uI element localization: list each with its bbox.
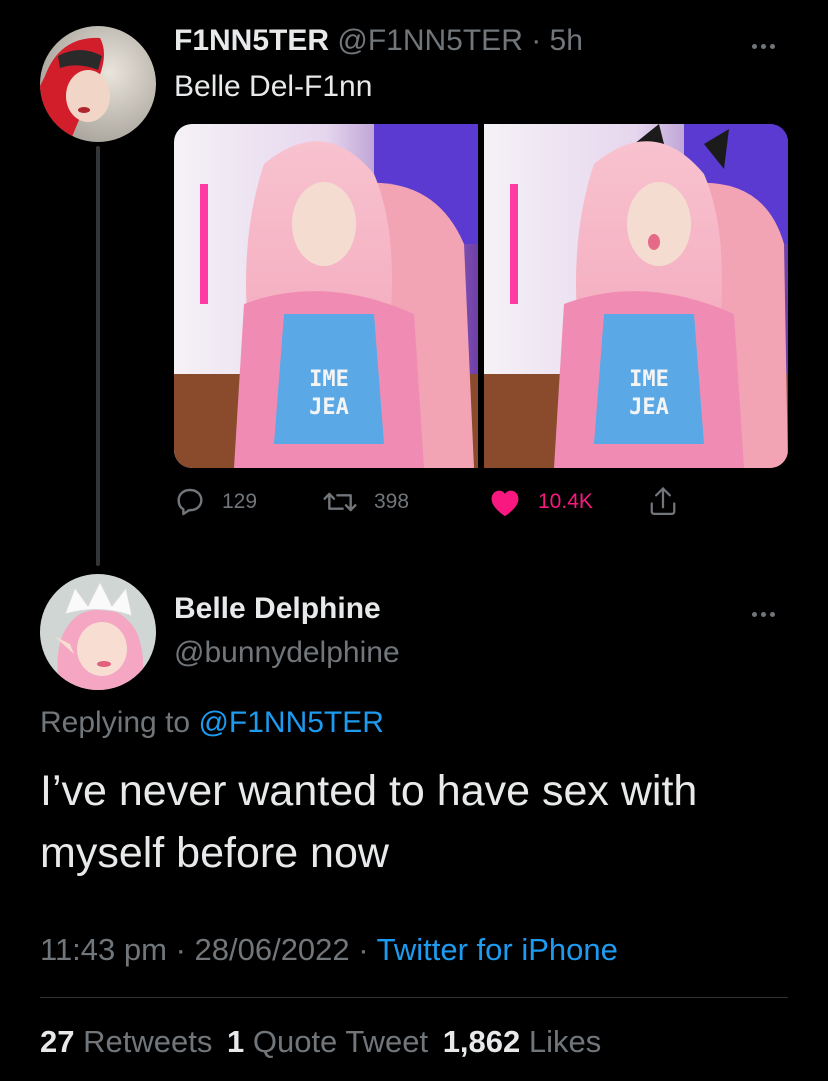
tweet-timestamp: 11:43 pm · 28/06/2022 · Twitter for iPho… xyxy=(40,932,618,968)
replying-to-handle[interactable]: @F1NN5TER xyxy=(198,706,383,739)
tweet-photo-grid[interactable]: IME JEA IME JEA xyxy=(174,124,788,468)
svg-text:IME: IME xyxy=(629,367,669,392)
retweet-icon xyxy=(323,492,357,512)
replying-to-label: Replying to xyxy=(40,706,199,739)
likes-stat[interactable]: 1,862 Likes xyxy=(443,1024,602,1059)
svg-text:IME: IME xyxy=(309,367,349,392)
share-action[interactable] xyxy=(648,484,694,518)
reply-icon xyxy=(177,488,203,516)
retweets-count: 27 xyxy=(40,1024,75,1059)
tweet-stats: 27 Retweets 1 Quote Tweet 1,862 Likes xyxy=(40,1024,601,1060)
svg-text:JEA: JEA xyxy=(309,395,349,420)
main-tweet-text-line: myself before now xyxy=(40,829,389,877)
likes-count: 1,862 xyxy=(442,1024,521,1059)
share-icon xyxy=(650,487,676,515)
like-action[interactable]: 10.4K xyxy=(488,486,593,518)
quotes-label: Quote Tweet xyxy=(252,1024,429,1059)
author-name[interactable]: F1NN5TER xyxy=(174,24,329,57)
more-options-icon[interactable] xyxy=(752,36,786,49)
likes-label: Likes xyxy=(528,1024,602,1059)
main-tweet-text-line: I’ve never wanted to have sex with xyxy=(40,767,698,815)
retweet-action[interactable]: 398 xyxy=(322,486,409,518)
reply-action[interactable]: 129 xyxy=(174,486,257,518)
more-options-icon[interactable] xyxy=(752,604,786,617)
quotes-stat[interactable]: 1 Quote Tweet xyxy=(227,1024,437,1059)
heart-filled-icon xyxy=(491,490,519,517)
like-count: 10.4K xyxy=(538,490,593,513)
retweets-label: Retweets xyxy=(83,1024,213,1059)
retweets-stat[interactable]: 27 Retweets xyxy=(40,1024,221,1059)
bunnydelphine-avatar[interactable] xyxy=(40,574,156,690)
main-author-name[interactable]: Belle Delphine xyxy=(174,592,381,626)
thread-connector-line xyxy=(96,146,100,566)
retweet-count: 398 xyxy=(374,490,410,513)
f1nn5ter-avatar[interactable] xyxy=(40,26,156,142)
main-author-handle[interactable]: @bunnydelphine xyxy=(174,636,400,670)
tweet-source[interactable]: Twitter for iPhone xyxy=(377,932,618,967)
svg-text:JEA: JEA xyxy=(629,395,669,420)
divider xyxy=(40,997,788,998)
tweet-text: Belle Del-F1nn xyxy=(174,70,373,103)
quotes-count: 1 xyxy=(226,1024,245,1059)
timestamp-text[interactable]: 11:43 pm · 28/06/2022 · xyxy=(40,932,377,967)
replying-to: Replying to @F1NN5TER xyxy=(40,706,384,740)
author-handle-time[interactable]: @F1NN5TER · 5h xyxy=(337,24,583,57)
main-tweet-text: I’ve never wanted to have sex with mysel… xyxy=(40,760,697,884)
reply-count: 129 xyxy=(222,490,258,513)
